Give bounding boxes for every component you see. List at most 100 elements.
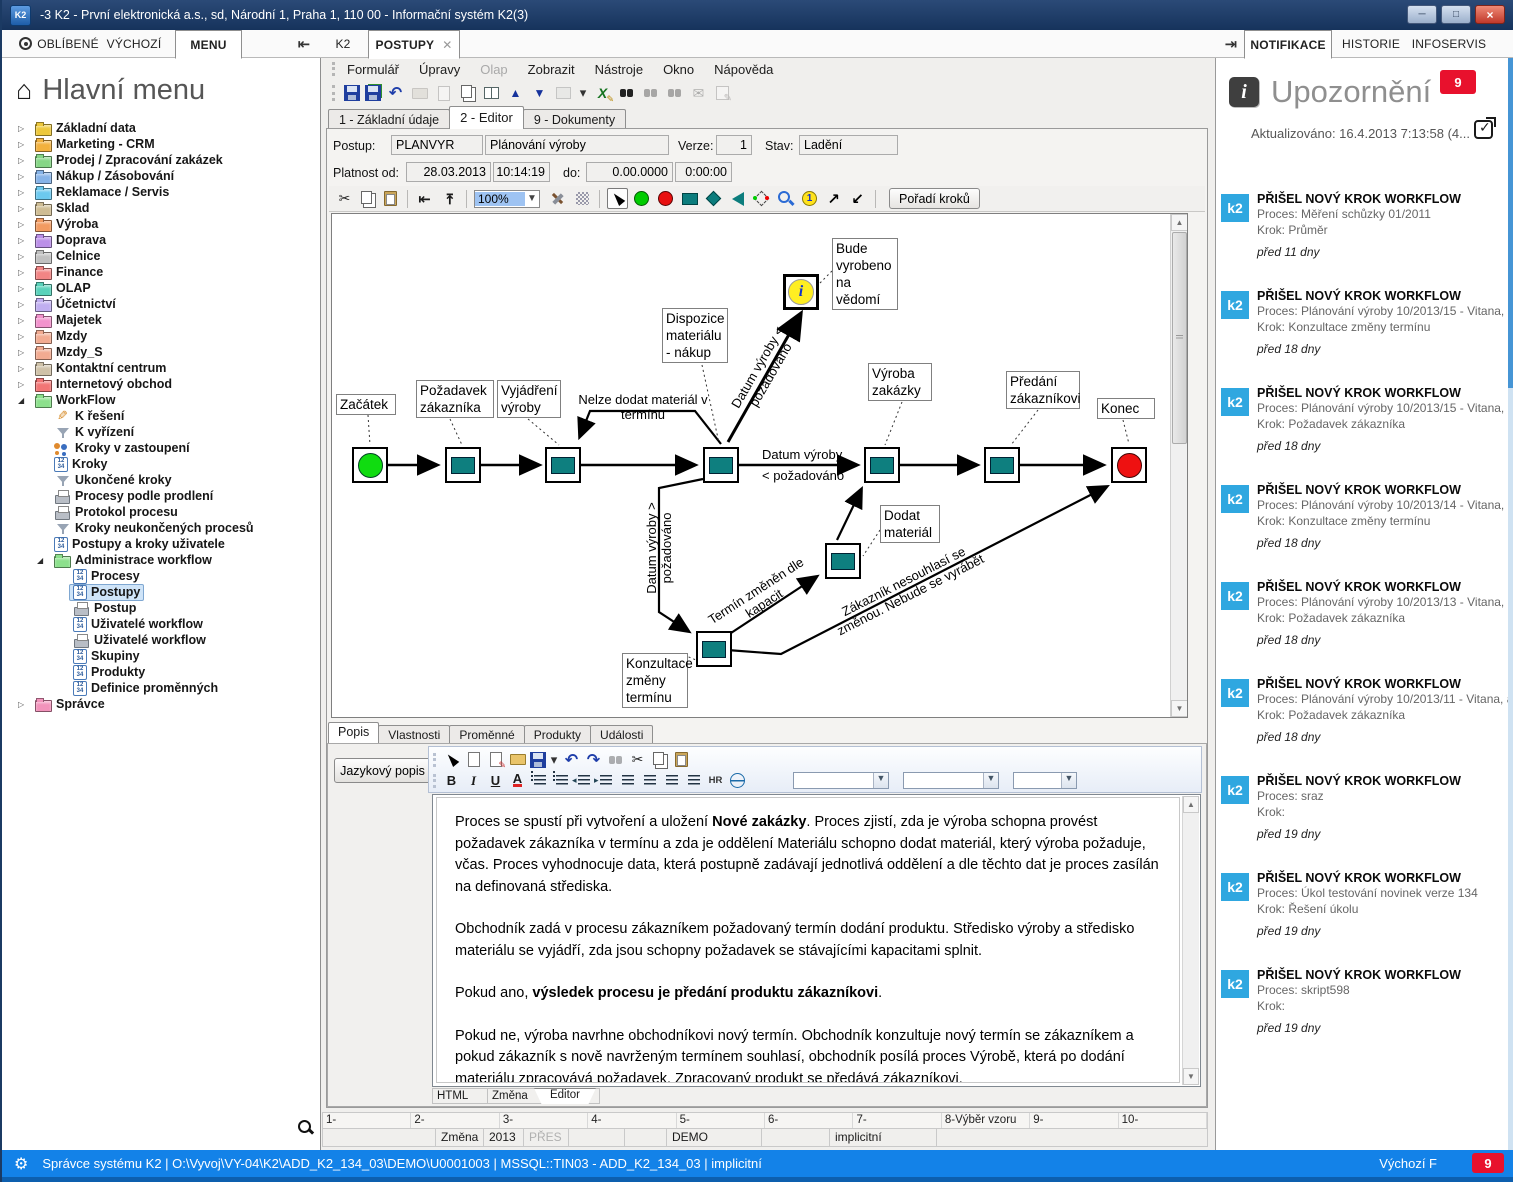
- expander-icon[interactable]: [18, 364, 31, 373]
- scrollbar-thumb[interactable]: [1172, 232, 1187, 444]
- notification-item[interactable]: k2 PŘIŠEL NOVÝ KROK WORKFLOW Proces: Plá…: [1221, 288, 1509, 385]
- stav-field[interactable]: Ladění: [799, 135, 898, 155]
- book-icon[interactable]: [482, 84, 501, 103]
- workflow-diagram-canvas[interactable]: i Začátek Požadavek zákazníka Vyjádření …: [331, 213, 1188, 718]
- panel-scrollbar[interactable]: [1508, 58, 1513, 1150]
- restore-button[interactable]: □: [1441, 5, 1471, 24]
- status-cell-year[interactable]: 2013: [484, 1129, 524, 1146]
- move-down-icon[interactable]: [530, 84, 549, 103]
- tree-item[interactable]: Uživatelé workflow: [12, 616, 314, 632]
- notification-item[interactable]: k2 PŘIŠEL NOVÝ KROK WORKFLOW Proces: Plá…: [1221, 579, 1509, 676]
- zoom-area-icon[interactable]: [776, 189, 795, 208]
- document-tab[interactable]: 1 - Základní údaje: [328, 109, 450, 129]
- tree-item[interactable]: Postupy a kroky uživatele: [12, 536, 314, 552]
- postup-code-field[interactable]: PLANVYR: [391, 135, 483, 155]
- node-predani[interactable]: [984, 447, 1020, 483]
- list-ul-icon[interactable]: [552, 771, 571, 790]
- tree-item[interactable]: Účetnictví: [12, 296, 314, 312]
- binoculars-icon[interactable]: [665, 84, 684, 103]
- verze-field[interactable]: 1: [716, 135, 752, 155]
- tree-item[interactable]: Postup: [12, 600, 314, 616]
- align-left-icon[interactable]: [618, 771, 637, 790]
- tree-item[interactable]: Nákup / Zásobování: [12, 168, 314, 184]
- platnost-date-field[interactable]: 28.03.2013: [406, 162, 491, 182]
- snap-top-icon[interactable]: [440, 189, 459, 208]
- poradi-kroku-button[interactable]: Pořadí kroků: [889, 188, 980, 209]
- list-ol-icon[interactable]: [530, 771, 549, 790]
- tree-item[interactable]: Procesy: [12, 568, 314, 584]
- underline-icon[interactable]: [486, 771, 505, 790]
- tree-item[interactable]: Procesy podle prodlení: [12, 488, 314, 504]
- detail-tab[interactable]: Popis: [328, 722, 379, 743]
- status-cell[interactable]: [625, 1129, 667, 1146]
- collapse-right-icon[interactable]: ⇥: [1218, 30, 1244, 58]
- do-time-field[interactable]: 0:00:00: [675, 162, 732, 182]
- close-button[interactable]: ×: [1475, 5, 1505, 24]
- align-center-icon[interactable]: [640, 771, 659, 790]
- tree-item[interactable]: Uživatelé workflow: [12, 632, 314, 648]
- label-info[interactable]: Bude vyrobeno na vědomí: [832, 238, 898, 310]
- tree-item[interactable]: K řešení: [12, 408, 314, 424]
- mail-icon[interactable]: [689, 84, 708, 103]
- status-cell[interactable]: [323, 1129, 436, 1146]
- expander-icon[interactable]: [18, 188, 31, 197]
- open-icon[interactable]: [508, 750, 527, 769]
- tree-item[interactable]: Definice proměnných: [12, 680, 314, 696]
- postup-name-field[interactable]: Plánování výroby: [485, 135, 669, 155]
- menu-item[interactable]: Formulář: [347, 62, 399, 77]
- cut-icon[interactable]: [335, 189, 354, 208]
- gear-icon[interactable]: ⚙: [14, 1154, 28, 1174]
- node-info[interactable]: i: [783, 274, 819, 310]
- dropdown-icon[interactable]: [578, 84, 588, 103]
- document-tab[interactable]: 2 - Editor: [449, 106, 524, 129]
- snap-left-icon[interactable]: [415, 189, 434, 208]
- menu-item[interactable]: Nápověda: [714, 62, 773, 77]
- tree-item[interactable]: Marketing - CRM: [12, 136, 314, 152]
- menu-item[interactable]: Okno: [663, 62, 694, 77]
- detail-tab[interactable]: Vlastnosti: [378, 725, 450, 743]
- tab-k2[interactable]: K2: [328, 30, 358, 58]
- node-konec[interactable]: [1111, 447, 1147, 483]
- expander-icon[interactable]: [18, 700, 31, 709]
- function-key-cell[interactable]: 9-: [1030, 1113, 1118, 1128]
- save-icon[interactable]: [530, 752, 546, 768]
- tree-item[interactable]: Produkty: [12, 664, 314, 680]
- tree-item[interactable]: Sklad: [12, 200, 314, 216]
- font-style-combo[interactable]: ▼: [1013, 772, 1077, 789]
- detail-tab[interactable]: Proměnné: [449, 725, 524, 743]
- expander-icon[interactable]: [18, 396, 31, 405]
- chevron-down-icon[interactable]: ▼: [525, 193, 539, 204]
- hr-icon[interactable]: [706, 771, 725, 790]
- tree-item[interactable]: Kroky neukončených procesů: [12, 520, 314, 536]
- italic-icon[interactable]: [464, 771, 483, 790]
- tree-item[interactable]: Kroky v zastoupení: [12, 440, 314, 456]
- cursor-icon[interactable]: [608, 189, 627, 208]
- tree-item[interactable]: Internetový obchod: [12, 376, 314, 392]
- search-icon[interactable]: [298, 1120, 314, 1136]
- dropdown-icon[interactable]: [549, 750, 559, 769]
- expander-icon[interactable]: [18, 236, 31, 245]
- tree-item[interactable]: Protokol procesu: [12, 504, 314, 520]
- scroll-down-icon[interactable]: ▼: [1183, 1068, 1199, 1085]
- tree-item[interactable]: Ukončené kroky: [12, 472, 314, 488]
- label-konzultace[interactable]: Konzultace změny termínu: [622, 653, 688, 708]
- function-key-cell[interactable]: 6-: [765, 1113, 853, 1128]
- tab-notifikace[interactable]: NOTIFIKACE: [1244, 30, 1332, 59]
- document-tab[interactable]: 9 - Dokumenty: [523, 109, 626, 129]
- undo-icon[interactable]: [562, 750, 581, 769]
- tree-item[interactable]: Skupiny: [12, 648, 314, 664]
- new-page-icon[interactable]: [434, 84, 453, 103]
- node-step-icon[interactable]: [680, 189, 699, 208]
- function-key-cell[interactable]: 3-: [500, 1113, 588, 1128]
- scroll-down-icon[interactable]: ▼: [1171, 700, 1188, 717]
- tree-item[interactable]: Majetek: [12, 312, 314, 328]
- new-page-icon[interactable]: [464, 750, 483, 769]
- move-up-icon[interactable]: [506, 84, 525, 103]
- notification-item[interactable]: k2 PŘIŠEL NOVÝ KROK WORKFLOW Proces: Plá…: [1221, 676, 1509, 773]
- expander-icon[interactable]: [18, 140, 31, 149]
- node-end-icon[interactable]: [656, 189, 675, 208]
- do-date-field[interactable]: 0.00.0000: [586, 162, 673, 182]
- detail-tab[interactable]: Události: [590, 725, 653, 743]
- tab-vychozi[interactable]: VÝCHOZÍ: [106, 30, 162, 58]
- scroll-up-icon[interactable]: ▲: [1183, 796, 1199, 813]
